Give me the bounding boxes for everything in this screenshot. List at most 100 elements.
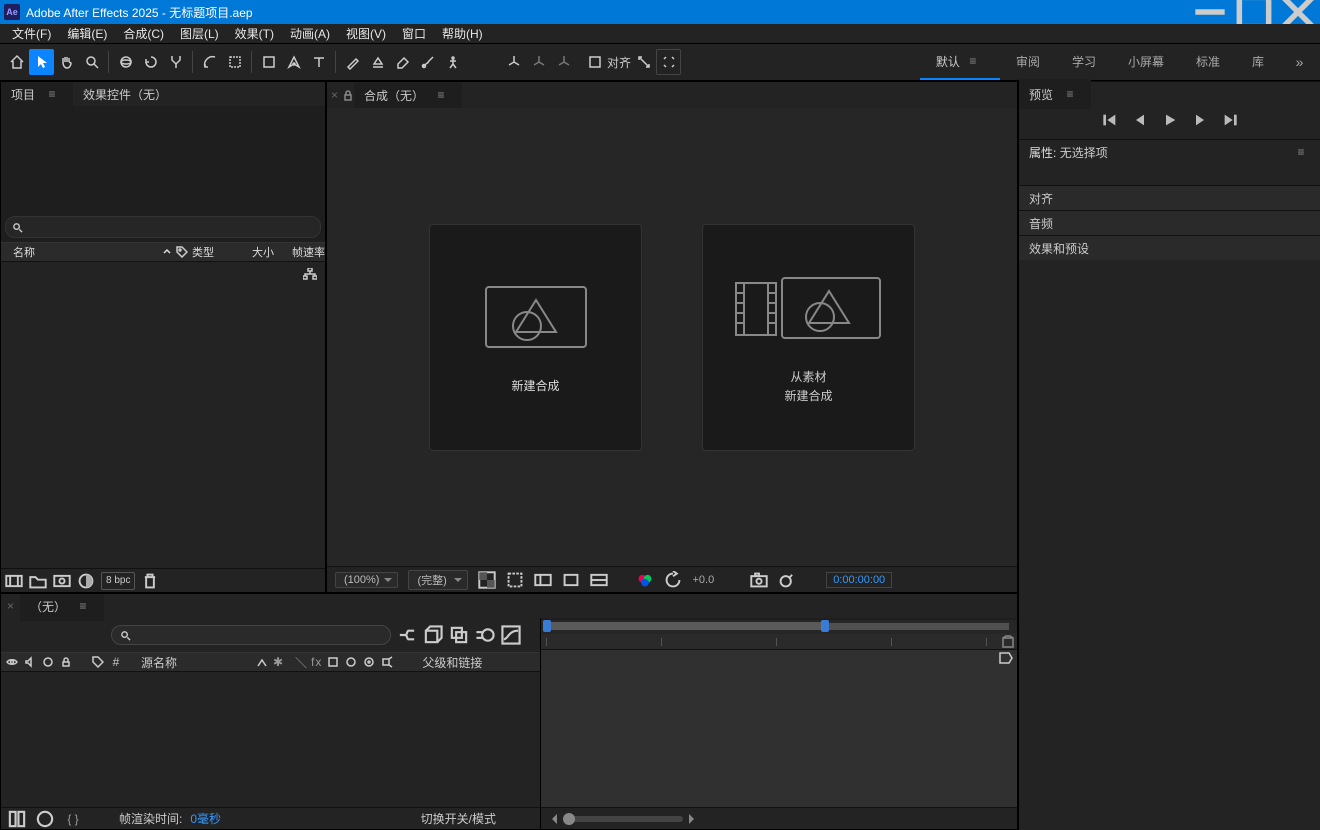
eraser-tool[interactable] xyxy=(390,49,415,75)
menu-composition[interactable]: 合成(C) xyxy=(115,23,172,44)
col-type[interactable]: 类型 xyxy=(192,244,248,260)
shy-icon[interactable] xyxy=(255,656,269,668)
new-composition-card[interactable]: 新建合成 xyxy=(429,224,642,451)
color-mgmt-icon[interactable] xyxy=(636,571,654,589)
solo-col-icon[interactable] xyxy=(41,656,55,668)
play-button[interactable] xyxy=(1162,112,1178,128)
timeline-ruler-area[interactable] xyxy=(541,618,1017,829)
tab-preview[interactable]: 预览 xyxy=(1019,79,1091,109)
timecode-icon[interactable] xyxy=(534,571,552,589)
workspace-learn[interactable]: 学习 xyxy=(1056,44,1112,80)
comp-marker-bin-icon[interactable] xyxy=(1001,635,1015,649)
project-items-list[interactable] xyxy=(1,262,325,568)
frame-blend-icon[interactable] xyxy=(449,625,469,645)
audio-col-icon[interactable] xyxy=(23,656,37,668)
toggle-mask-icon[interactable] xyxy=(506,571,524,589)
tab-effect-controls[interactable]: 效果控件（无） xyxy=(73,82,177,107)
menu-window[interactable]: 窗口 xyxy=(394,23,434,44)
mask-tool[interactable] xyxy=(222,49,247,75)
toggle-transfer-icon[interactable] xyxy=(35,809,55,829)
lock-icon[interactable] xyxy=(342,89,354,101)
label-col-icon[interactable] xyxy=(91,656,105,668)
resolution-dropdown[interactable]: (完整) xyxy=(408,570,468,590)
menu-help[interactable]: 帮助(H) xyxy=(434,23,491,44)
eye-col-icon[interactable] xyxy=(5,656,19,668)
menu-view[interactable]: 视图(V) xyxy=(338,23,394,44)
project-columns-header[interactable]: 名称 类型 大小 帧速率 xyxy=(1,242,325,262)
clone-stamp-tool[interactable] xyxy=(365,49,390,75)
camera-tool[interactable] xyxy=(163,49,188,75)
maximize-button[interactable] xyxy=(1232,0,1276,24)
col-name[interactable]: 名称 xyxy=(13,244,158,260)
rotate-tool[interactable] xyxy=(138,49,163,75)
minimize-button[interactable] xyxy=(1188,0,1232,24)
type-tool[interactable] xyxy=(306,49,331,75)
panel-menu-icon[interactable] xyxy=(72,595,94,617)
marker-icon[interactable] xyxy=(999,652,1013,664)
tab-timeline[interactable]: （无） xyxy=(20,593,104,621)
menu-effect[interactable]: 效果(T) xyxy=(227,23,282,44)
workspace-menu-icon[interactable] xyxy=(962,50,984,72)
workspace-standard[interactable]: 标准 xyxy=(1180,44,1236,80)
exposure-value[interactable]: +0.0 xyxy=(692,574,714,586)
toggle-switches-icon[interactable] xyxy=(7,809,27,829)
zoom-out-icon[interactable] xyxy=(547,814,557,824)
col-fps[interactable]: 帧速率 xyxy=(292,244,325,260)
region-of-interest-icon[interactable] xyxy=(562,571,580,589)
reset-exposure-icon[interactable] xyxy=(664,571,682,589)
workspace-small[interactable]: 小屏幕 xyxy=(1112,44,1180,80)
snap-extended[interactable] xyxy=(656,49,681,75)
snapshot-icon[interactable] xyxy=(750,571,768,589)
tab-composition[interactable]: 合成（无） xyxy=(354,81,462,110)
rectangle-tool[interactable] xyxy=(256,49,281,75)
preview-timecode[interactable]: 0:00:00:00 xyxy=(826,572,892,588)
workspace-library[interactable]: 库 xyxy=(1236,44,1280,80)
show-snapshot-icon[interactable] xyxy=(778,571,796,589)
draft3d-icon[interactable] xyxy=(423,625,443,645)
axis-mode-local[interactable] xyxy=(501,49,526,75)
timeline-search[interactable] xyxy=(111,625,391,645)
menu-edit[interactable]: 编辑(E) xyxy=(59,23,115,44)
motion-blur-icon[interactable] xyxy=(475,625,495,645)
snap-toggle[interactable] xyxy=(582,49,607,75)
workspace-review[interactable]: 审阅 xyxy=(1000,44,1056,80)
menu-animation[interactable]: 动画(A) xyxy=(282,23,338,44)
home-button[interactable] xyxy=(4,49,29,75)
pan-behind-tool[interactable] xyxy=(197,49,222,75)
brush-tool[interactable] xyxy=(340,49,365,75)
zoom-slider[interactable] xyxy=(563,816,683,822)
menu-layer[interactable]: 图层(L) xyxy=(172,23,227,44)
audio-panel[interactable]: 音频 xyxy=(1019,210,1320,235)
zoom-tool[interactable] xyxy=(79,49,104,75)
snap-options[interactable] xyxy=(631,49,656,75)
timeline-layer-list[interactable] xyxy=(1,672,540,807)
prev-frame-button[interactable] xyxy=(1132,112,1148,128)
graph-editor-icon[interactable] xyxy=(501,625,521,645)
time-ruler[interactable] xyxy=(541,634,1017,650)
axis-mode-view[interactable] xyxy=(551,49,576,75)
flowchart-icon[interactable] xyxy=(303,268,317,280)
zoom-dropdown[interactable]: (100%) xyxy=(335,572,398,588)
close-button[interactable] xyxy=(1276,0,1320,24)
grid-guides-icon[interactable] xyxy=(590,571,608,589)
workspace-overflow[interactable]: » xyxy=(1280,54,1320,70)
panel-menu-icon[interactable] xyxy=(430,84,452,106)
timeline-tracks-area[interactable] xyxy=(541,650,1017,807)
interpret-footage-icon[interactable] xyxy=(5,572,23,590)
workspace-default[interactable]: 默认 xyxy=(920,44,1000,80)
new-folder-icon[interactable] xyxy=(29,572,47,590)
comp-mini-flowchart-icon[interactable] xyxy=(397,625,417,645)
lock-col-icon[interactable] xyxy=(59,656,73,668)
zoom-in-icon[interactable] xyxy=(689,814,699,824)
first-frame-button[interactable] xyxy=(1102,112,1118,128)
new-comp-from-footage-card[interactable]: 从素材 新建合成 xyxy=(702,224,915,451)
new-comp-icon[interactable] xyxy=(53,572,71,590)
project-search[interactable] xyxy=(5,216,321,238)
adjustment-layer-icon[interactable] xyxy=(77,572,95,590)
menu-file[interactable]: 文件(F) xyxy=(4,23,59,44)
work-area-bar[interactable] xyxy=(541,620,1017,634)
tab-project[interactable]: 项目 xyxy=(1,81,73,109)
toggle-switches-modes[interactable]: 切换开关/模式 xyxy=(421,810,496,827)
col-source-name[interactable]: 源名称 xyxy=(141,654,251,671)
roto-brush-tool[interactable] xyxy=(415,49,440,75)
